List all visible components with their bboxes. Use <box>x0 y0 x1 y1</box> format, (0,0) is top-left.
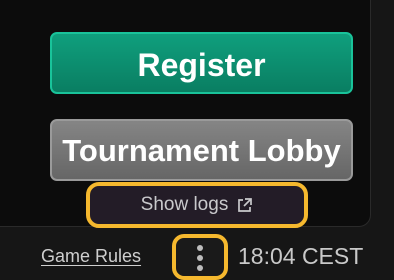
footer-bar: Game Rules 18:04 CEST <box>0 234 394 280</box>
clock-display: 18:04 CEST <box>238 243 364 269</box>
external-link-icon <box>236 197 253 214</box>
show-logs-button[interactable]: Show logs <box>86 182 308 228</box>
register-button[interactable]: Register <box>50 32 353 94</box>
more-options-button[interactable] <box>172 234 228 280</box>
game-rules-link[interactable]: Game Rules <box>41 246 141 267</box>
app-root: Register Tournament Lobby Show logs Game… <box>0 0 394 280</box>
show-logs-label: Show logs <box>140 194 229 215</box>
tournament-lobby-button[interactable]: Tournament Lobby <box>50 119 353 181</box>
